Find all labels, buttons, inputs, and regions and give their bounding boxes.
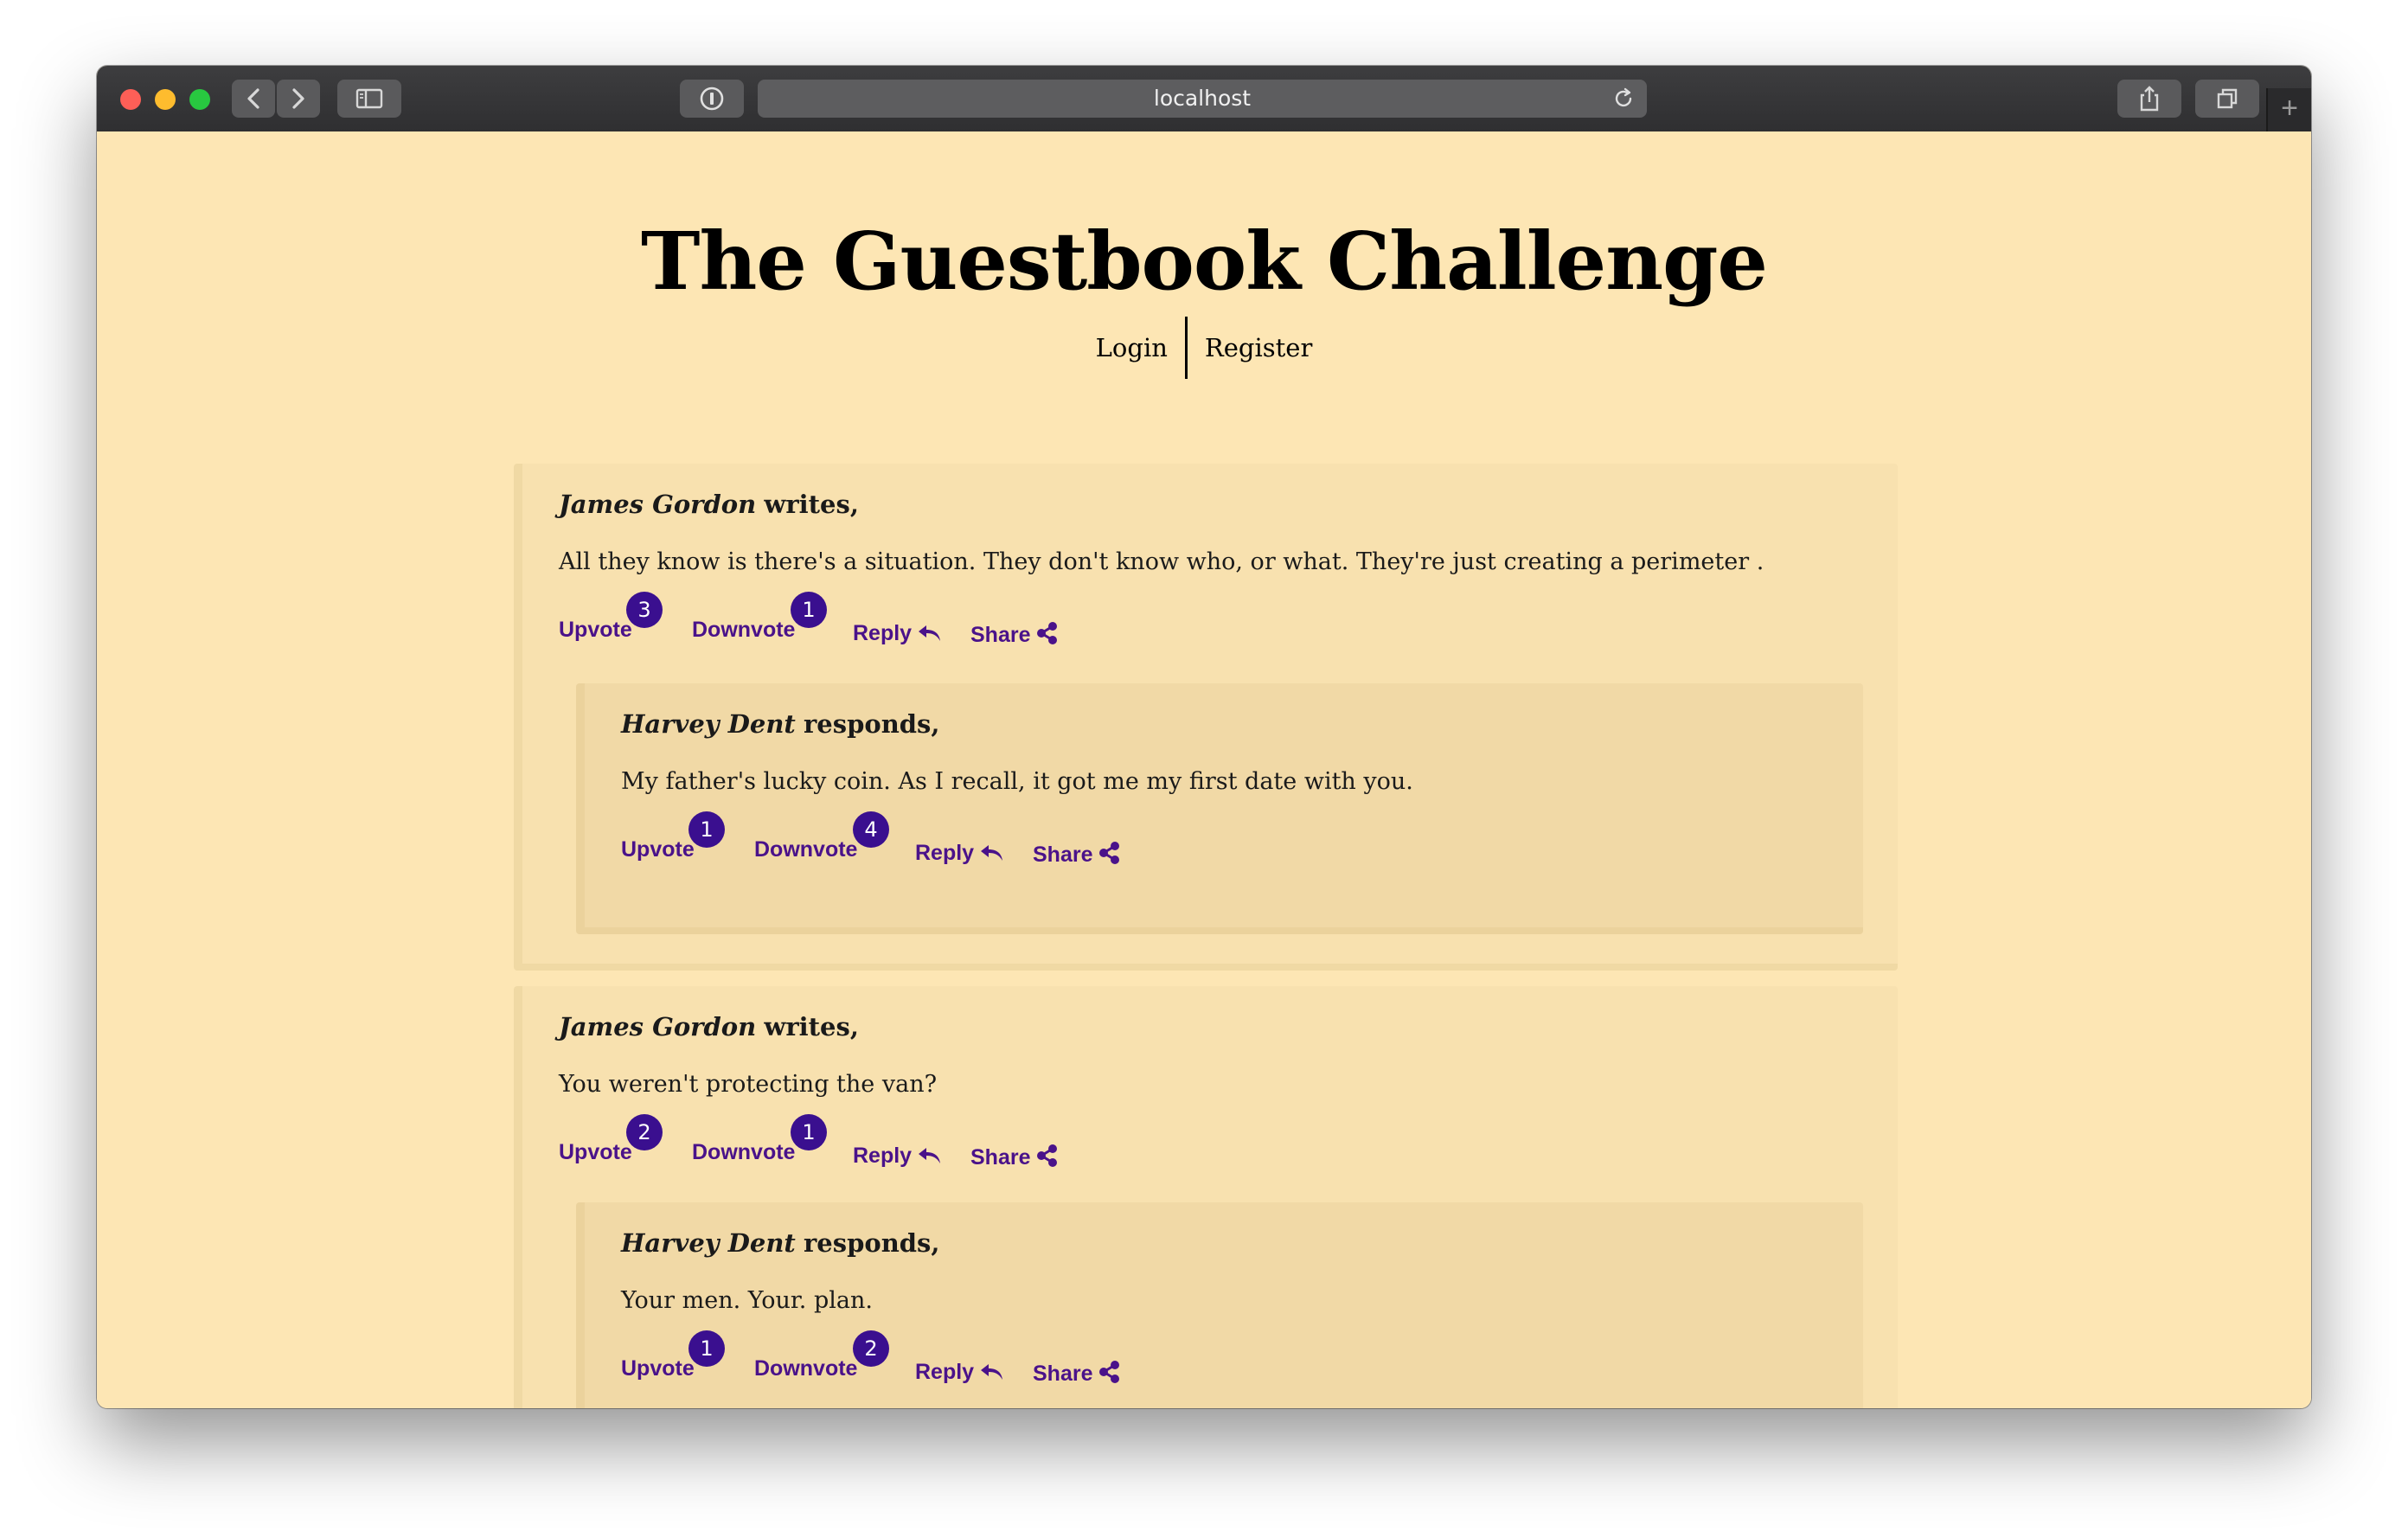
password-icon [700,87,724,111]
reply-label: Reply [915,1360,975,1384]
share-label: Share [1033,843,1093,867]
downvote-count-badge: 4 [853,811,889,848]
page-content: The Guestbook Challenge Login Register J… [97,131,2311,1408]
reply-actions: Upvote 1 Downvote 2 Reply Share [621,1330,1226,1391]
entry-byline: James Gordon writes, [559,1012,859,1041]
back-button[interactable] [232,80,275,118]
entry-verb: writes, [764,1012,859,1041]
reply-verb: responds, [804,1228,940,1258]
tabs-icon [2217,88,2238,109]
close-window-button[interactable] [120,89,141,110]
reply-icon [919,625,941,641]
site-title: The Guestbook Challenge [641,215,1768,308]
guestbook-entry: James Gordon writes, All they know is th… [514,464,1898,971]
downvote-button[interactable]: Downvote [754,1356,857,1381]
share-button[interactable]: Share [1033,1360,1122,1387]
reload-icon[interactable] [1612,87,1635,114]
entry-message: You weren't protecting the van? [559,1071,938,1098]
entry-actions: Upvote 3 Downvote 1 Reply Share [559,592,1164,652]
sidebar-icon [355,88,383,109]
sidebar-toggle-button[interactable] [337,80,401,118]
zoom-window-button[interactable] [189,89,210,110]
downvote-button[interactable]: Downvote [692,1140,795,1165]
reply-verb: responds, [804,709,940,739]
browser-window: localhost + The Guestbook Challenge Logi… [97,66,2311,1408]
share-label: Share [1033,1362,1093,1386]
downvote-button[interactable]: Downvote [692,618,795,643]
reply-author: Harvey Dent [621,709,796,739]
share-button[interactable]: Share [970,1144,1060,1170]
entry-author: James Gordon [559,490,757,519]
reply-button[interactable]: Reply [853,1144,943,1169]
upvote-button[interactable]: Upvote [621,837,695,862]
upvote-count-badge: 3 [626,592,663,628]
upvote-count-badge: 1 [688,1330,725,1367]
reply-label: Reply [915,841,975,865]
tabs-overview-button[interactable] [2195,80,2259,118]
reply-entry: Harvey Dent responds, Your men. Your. pl… [576,1202,1863,1408]
share-icon [1037,622,1058,644]
share-icon [1099,842,1120,864]
share-label: Share [970,1145,1031,1170]
login-link[interactable]: Login [1079,317,1185,379]
share-label: Share [970,623,1031,647]
url-text: localhost [1153,86,1252,111]
share-page-button[interactable] [2117,80,2181,118]
new-tab-button[interactable]: + [2266,88,2311,131]
register-link[interactable]: Register [1188,317,1329,379]
reply-icon [919,1148,941,1163]
downvote-count-badge: 1 [791,592,827,628]
share-button[interactable]: Share [970,621,1060,648]
entry-verb: writes, [764,490,859,519]
share-icon [1099,1361,1120,1383]
entry-message: All they know is there's a situation. Th… [559,548,1764,575]
reply-actions: Upvote 1 Downvote 4 Reply Share [621,811,1226,872]
reply-message: Your men. Your. plan. [621,1287,873,1314]
guestbook-entry: James Gordon writes, You weren't protect… [514,986,1898,1408]
browser-toolbar: localhost + [97,66,2311,133]
address-bar[interactable]: localhost [758,80,1647,118]
entry-actions: Upvote 2 Downvote 1 Reply Share [559,1114,1164,1175]
forward-button[interactable] [277,80,320,118]
reply-button[interactable]: Reply [915,841,1005,866]
downvote-button[interactable]: Downvote [754,837,857,862]
upvote-button[interactable]: Upvote [559,1140,632,1165]
downvote-count-badge: 1 [791,1114,827,1150]
chevron-left-icon [247,88,259,109]
reply-byline: Harvey Dent responds, [621,709,939,739]
reply-message: My father's lucky coin. As I recall, it … [621,768,1413,795]
share-page-icon [2140,86,2159,112]
reply-byline: Harvey Dent responds, [621,1228,939,1258]
entry-byline: James Gordon writes, [559,490,859,519]
reply-entry: Harvey Dent responds, My father's lucky … [576,683,1863,934]
reply-icon [981,1364,1003,1380]
upvote-button[interactable]: Upvote [559,618,632,643]
downvote-count-badge: 2 [853,1330,889,1367]
auth-nav: Login Register [97,317,2311,379]
reply-label: Reply [853,1144,913,1168]
upvote-count-badge: 1 [688,811,725,848]
upvote-button[interactable]: Upvote [621,1356,695,1381]
share-icon [1037,1144,1058,1167]
minimize-window-button[interactable] [155,89,176,110]
reply-button[interactable]: Reply [853,621,943,646]
reply-button[interactable]: Reply [915,1360,1005,1385]
reply-author: Harvey Dent [621,1228,796,1258]
upvote-count-badge: 2 [626,1114,663,1150]
chevron-right-icon [292,88,304,109]
share-button[interactable]: Share [1033,841,1122,868]
reply-icon [981,845,1003,861]
password-manager-button[interactable] [680,80,744,118]
reply-label: Reply [853,621,913,645]
entry-author: James Gordon [559,1012,757,1041]
